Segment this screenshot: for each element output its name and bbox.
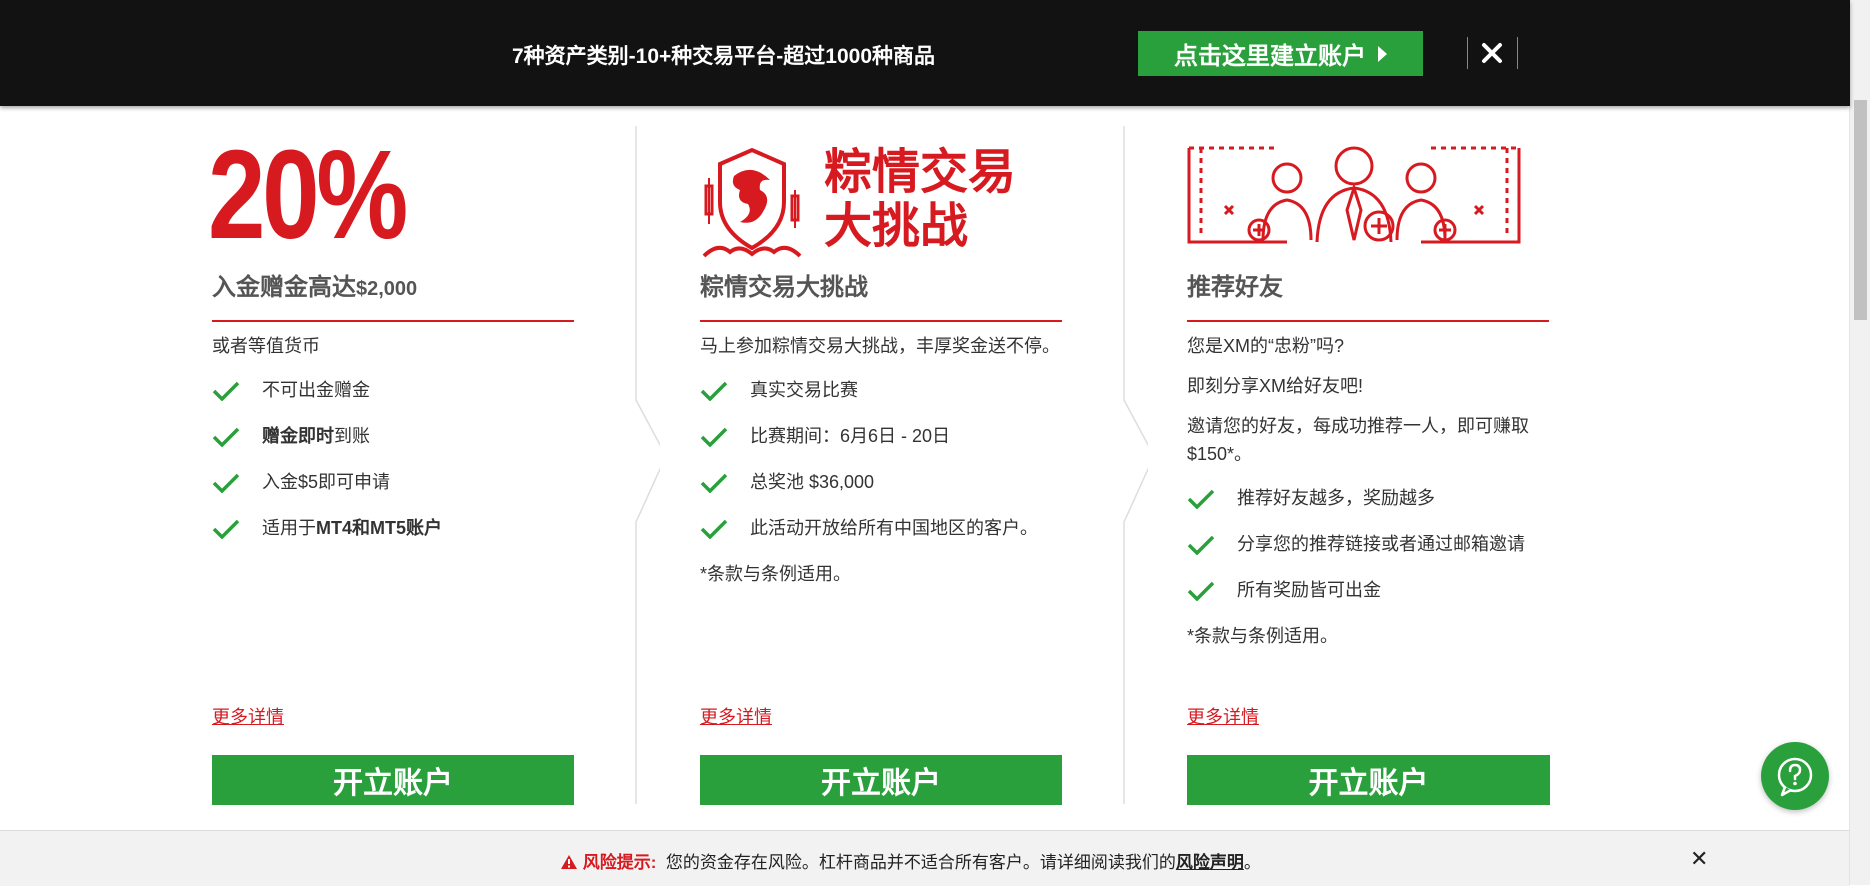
list-item: 赠金即时到账 <box>212 422 574 450</box>
trading-challenge-column: 粽情交易 大挑战 粽情交易大挑战 马上参加粽情交易大挑战，丰厚奖金送不停。 真实… <box>700 130 1062 586</box>
warning-icon <box>561 855 577 869</box>
scrollbar[interactable] <box>1849 0 1870 885</box>
list-item: 适用于MT4和MT5账户 <box>212 514 574 542</box>
refer-title: 推荐好友 <box>1187 274 1283 301</box>
dragon-shield-icon <box>702 147 802 258</box>
list-item: 真实交易比赛 <box>700 376 1062 404</box>
list-item: 总奖池 $36,000 <box>700 468 1062 496</box>
check-icon <box>700 427 728 447</box>
challenge-title: 粽情交易大挑战 <box>700 274 868 301</box>
separator <box>1467 37 1468 69</box>
promo-banner: 7种资产类别-10+种交易平台-超过1000种商品 点击这里建立账户 <box>0 0 1850 106</box>
check-icon <box>212 519 240 539</box>
check-icon <box>1187 581 1215 601</box>
challenge-hero: 粽情交易 大挑战 <box>700 130 1062 258</box>
challenge-intro: 马上参加粽情交易大挑战，丰厚奖金送不停。 <box>700 336 1060 356</box>
list-item: 所有奖励皆可出金 <box>1187 576 1549 604</box>
bonus-hero: 20% <box>208 130 574 258</box>
list-item: 推荐好友越多，奖励越多 <box>1187 484 1549 512</box>
caret-right-icon <box>1378 45 1387 62</box>
check-icon <box>1187 535 1215 555</box>
refer-open-account-button[interactable]: 开立账户 <box>1187 755 1550 805</box>
refer-friends-icon <box>1187 146 1521 244</box>
risk-warning-text: 风险提示: 您的资金存在风险。杠杆商品并不适合所有客户。请详细阅读我们的风险声明… <box>560 848 1261 873</box>
check-icon <box>212 381 240 401</box>
check-icon <box>212 473 240 493</box>
check-icon <box>212 427 240 447</box>
challenge-open-account-button[interactable]: 开立账户 <box>700 755 1062 805</box>
refer-hero <box>1187 130 1549 258</box>
refer-terms: *条款与条例适用。 <box>1187 626 1339 646</box>
list-item: 分享您的推荐链接或者通过邮箱邀请 <box>1187 530 1549 558</box>
challenge-terms: *条款与条例适用。 <box>700 564 852 584</box>
bonus-more-details-link[interactable]: 更多详情 <box>212 703 284 729</box>
bonus-column: 20% 入金赠金高达$2,000 或者等值货币 不可出金赠金 赠金即时到账 入金… <box>208 130 574 560</box>
refer-intro-2: 即刻分享XM给好友吧! <box>1187 376 1364 396</box>
list-item: 入金$5即可申请 <box>212 468 574 496</box>
challenge-feature-list: 真实交易比赛 比赛期间：6月6日 - 20日 总奖池 $36,000 此活动开放… <box>700 376 1062 542</box>
check-icon <box>1187 489 1215 509</box>
refer-more-details-link[interactable]: 更多详情 <box>1187 703 1259 729</box>
promo-banner-text: 7种资产类别-10+种交易平台-超过1000种商品 <box>512 45 936 68</box>
bonus-feature-list: 不可出金赠金 赠金即时到账 入金$5即可申请 适用于MT4和MT5账户 <box>212 376 574 542</box>
list-item: 此活动开放给所有中国地区的客户。 <box>700 514 1062 542</box>
bonus-intro: 或者等值货币 <box>212 336 320 356</box>
red-rule <box>700 320 1062 322</box>
risk-body: 您的资金存在风险。杠杆商品并不适合所有客户。请详细阅读我们的 <box>665 853 1176 872</box>
close-icon[interactable] <box>1477 37 1507 69</box>
refer-feature-list: 推荐好友越多，奖励越多 分享您的推荐链接或者通过邮箱邀请 所有奖励皆可出金 <box>1187 484 1549 604</box>
challenge-hero-text: 粽情交易 大挑战 <box>824 146 1017 253</box>
refer-intro-3: 邀请您的好友，每成功推荐一人，即可赚取$150*。 <box>1187 416 1529 464</box>
red-rule <box>1187 320 1549 322</box>
risk-warning-bar: 风险提示: 您的资金存在风险。杠杆商品并不适合所有客户。请详细阅读我们的风险声明… <box>0 830 1850 886</box>
close-icon[interactable]: ✕ <box>1690 846 1708 872</box>
scrollbar-thumb[interactable] <box>1854 100 1867 320</box>
bonus-title: 入金赠金高达$2,000 <box>212 274 418 301</box>
cta-label: 点击这里建立账户 <box>1174 43 1366 70</box>
risk-label: 风险提示: <box>582 853 657 872</box>
risk-disclosure-link[interactable]: 风险声明 <box>1176 853 1244 872</box>
bonus-open-account-button[interactable]: 开立账户 <box>212 755 574 805</box>
check-icon <box>700 519 728 539</box>
red-rule <box>212 320 574 322</box>
separator <box>1517 37 1518 69</box>
refer-intro-1: 您是XM的“忠粉”吗? <box>1187 336 1344 356</box>
list-item: 比赛期间：6月6日 - 20日 <box>700 422 1062 450</box>
refer-friends-column: 推荐好友 您是XM的“忠粉”吗? 即刻分享XM给好友吧! 邀请您的好友，每成功推… <box>1187 130 1549 648</box>
list-item: 不可出金赠金 <box>212 376 574 404</box>
check-icon <box>700 381 728 401</box>
challenge-more-details-link[interactable]: 更多详情 <box>700 703 772 729</box>
check-icon <box>700 473 728 493</box>
bonus-percent: 20% <box>208 124 408 265</box>
help-chat-icon[interactable] <box>1761 742 1829 810</box>
column-divider <box>1123 126 1148 804</box>
create-account-cta-button[interactable]: 点击这里建立账户 <box>1138 31 1423 76</box>
column-divider <box>635 126 660 804</box>
